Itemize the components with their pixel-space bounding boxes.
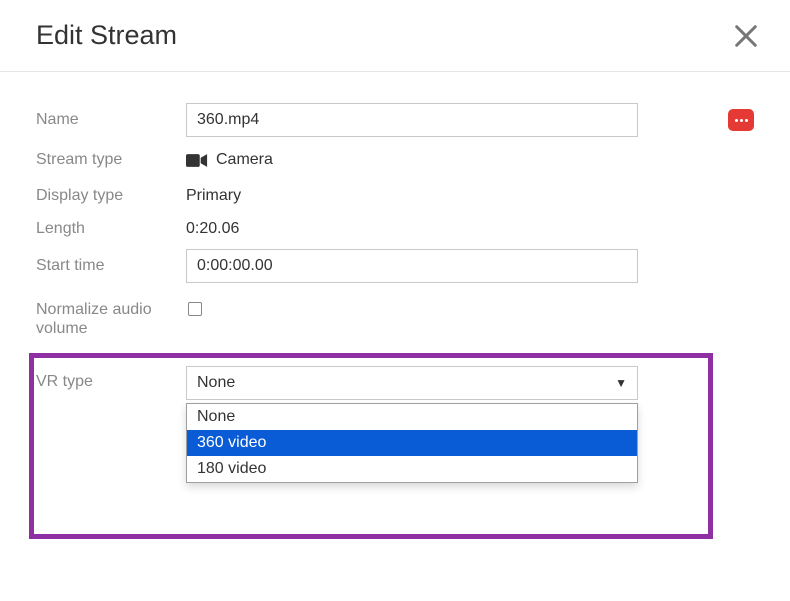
vr-type-selected: None	[197, 374, 235, 392]
label-display-type: Display type	[36, 186, 186, 205]
dialog-header: Edit Stream	[0, 0, 790, 72]
row-display-type: Display type Primary	[36, 178, 754, 214]
dialog-title: Edit Stream	[36, 20, 177, 51]
vr-option-360[interactable]: 360 video	[187, 430, 637, 456]
row-name: Name	[36, 98, 754, 142]
row-normalize: Normalize audio volume	[36, 300, 754, 338]
start-time-input[interactable]	[186, 249, 638, 283]
form-body: Name Stream type Camera Display type Pri…	[0, 72, 790, 400]
label-length: Length	[36, 219, 186, 238]
stream-type-value: Camera	[216, 151, 273, 169]
label-vr-type: VR type	[36, 366, 186, 391]
label-stream-type: Stream type	[36, 150, 186, 169]
label-name: Name	[36, 110, 186, 129]
normalize-checkbox[interactable]	[188, 302, 202, 316]
length-value: 0:20.06	[186, 220, 239, 238]
row-start-time: Start time	[36, 244, 754, 288]
name-input[interactable]	[186, 103, 638, 137]
vr-type-select[interactable]: None ▼	[186, 366, 638, 400]
camera-icon	[186, 153, 208, 168]
row-vr-type: VR type None ▼ None 360 video 180 video	[36, 366, 754, 400]
browse-button[interactable]	[728, 109, 754, 131]
close-button[interactable]	[732, 22, 760, 50]
chevron-down-icon: ▼	[615, 376, 627, 390]
vr-type-dropdown: None 360 video 180 video	[186, 403, 638, 483]
label-normalize: Normalize audio volume	[36, 300, 186, 338]
display-type-value: Primary	[186, 187, 241, 205]
vr-option-none[interactable]: None	[187, 404, 637, 430]
row-length: Length 0:20.06	[36, 214, 754, 244]
row-stream-type: Stream type Camera	[36, 142, 754, 178]
close-icon	[732, 22, 760, 50]
vr-option-180[interactable]: 180 video	[187, 456, 637, 482]
label-start-time: Start time	[36, 256, 186, 275]
